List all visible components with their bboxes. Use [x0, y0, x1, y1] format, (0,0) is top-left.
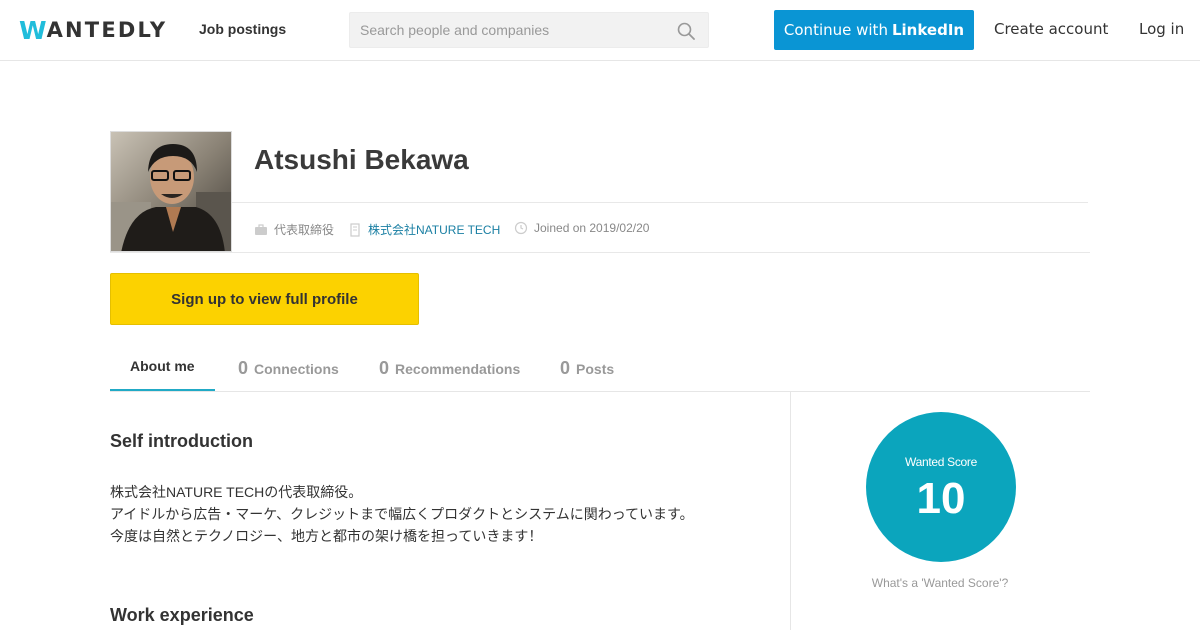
building-icon: [348, 222, 362, 237]
column-divider: [790, 392, 791, 630]
work-experience-heading: Work experience: [110, 605, 254, 625]
wantedly-logo[interactable]: W ANTEDLY: [19, 17, 167, 43]
tab-count: 0: [238, 358, 249, 378]
joined-date: Joined on 2019/02/20: [534, 221, 650, 235]
job-title-meta: 代表取締役: [254, 221, 334, 238]
tab-recommendations[interactable]: 0 Recommendations: [379, 358, 520, 379]
divider: [232, 202, 1088, 203]
tab-count: 0: [560, 358, 571, 378]
continue-with-linkedin-button[interactable]: Continue with LinkedIn: [774, 10, 974, 50]
whats-wanted-score-link[interactable]: What's a 'Wanted Score'?: [840, 576, 1040, 590]
sign-up-to-view-profile-button[interactable]: Sign up to view full profile: [110, 273, 419, 325]
search-input[interactable]: [350, 13, 670, 47]
tab-about-me[interactable]: About me: [130, 358, 195, 374]
linkedin-brand-label: LinkedIn: [891, 21, 965, 39]
tabs-divider: [110, 391, 1090, 392]
search-icon[interactable]: [677, 22, 695, 40]
profile-avatar: [110, 131, 232, 252]
briefcase-icon: [254, 223, 268, 237]
top-navigation-bar: WANTEDLY Job postings Continue withLinke…: [0, 0, 1200, 61]
wanted-score-badge: Wanted Score 10: [866, 412, 1016, 562]
login-link[interactable]: Log in: [1139, 20, 1184, 38]
search-box: [349, 12, 709, 48]
clock-icon: [514, 221, 528, 235]
tab-label: Recommendations: [395, 361, 521, 377]
company-meta: 株式会社NATURE TECH: [348, 221, 500, 238]
intro-line: 今度は自然とテクノロジー、地方と都市の架け橋を担っていきます！: [110, 528, 543, 544]
joined-meta: Joined on 2019/02/20: [514, 221, 649, 235]
tab-count: 0: [379, 358, 390, 378]
self-introduction-text: 株式会社NATURE TECHの代表取締役。 アイドルから広告・マーケ、クレジッ…: [110, 481, 694, 547]
profile-name: Atsushi Bekawa: [254, 144, 469, 175]
tab-label: About me: [130, 358, 195, 374]
divider: [110, 252, 1090, 253]
intro-line: 株式会社NATURE TECHの代表取締役。: [110, 484, 363, 500]
self-introduction-heading: Self introduction: [110, 431, 253, 451]
intro-line: アイドルから広告・マーケ、クレジットまで幅広くプロダクトとシステムに関わっていま…: [110, 506, 694, 522]
create-account-link[interactable]: Create account: [994, 20, 1108, 38]
company-link[interactable]: 株式会社NATURE TECH: [368, 221, 500, 238]
logo-wordmark: ANTEDLY: [46, 17, 168, 42]
logo-initial: W: [19, 15, 47, 45]
wanted-score-label: Wanted Score: [905, 455, 977, 469]
tab-label: Connections: [254, 361, 339, 377]
job-postings-link[interactable]: Job postings: [199, 21, 286, 37]
wanted-score-value: 10: [916, 474, 966, 523]
tab-connections[interactable]: 0 Connections: [238, 358, 339, 379]
job-title: 代表取締役: [274, 223, 335, 237]
linkedin-button-prefix: Continue with: [783, 21, 888, 39]
tab-posts[interactable]: 0 Posts: [560, 358, 614, 379]
tab-label: Posts: [576, 361, 615, 377]
